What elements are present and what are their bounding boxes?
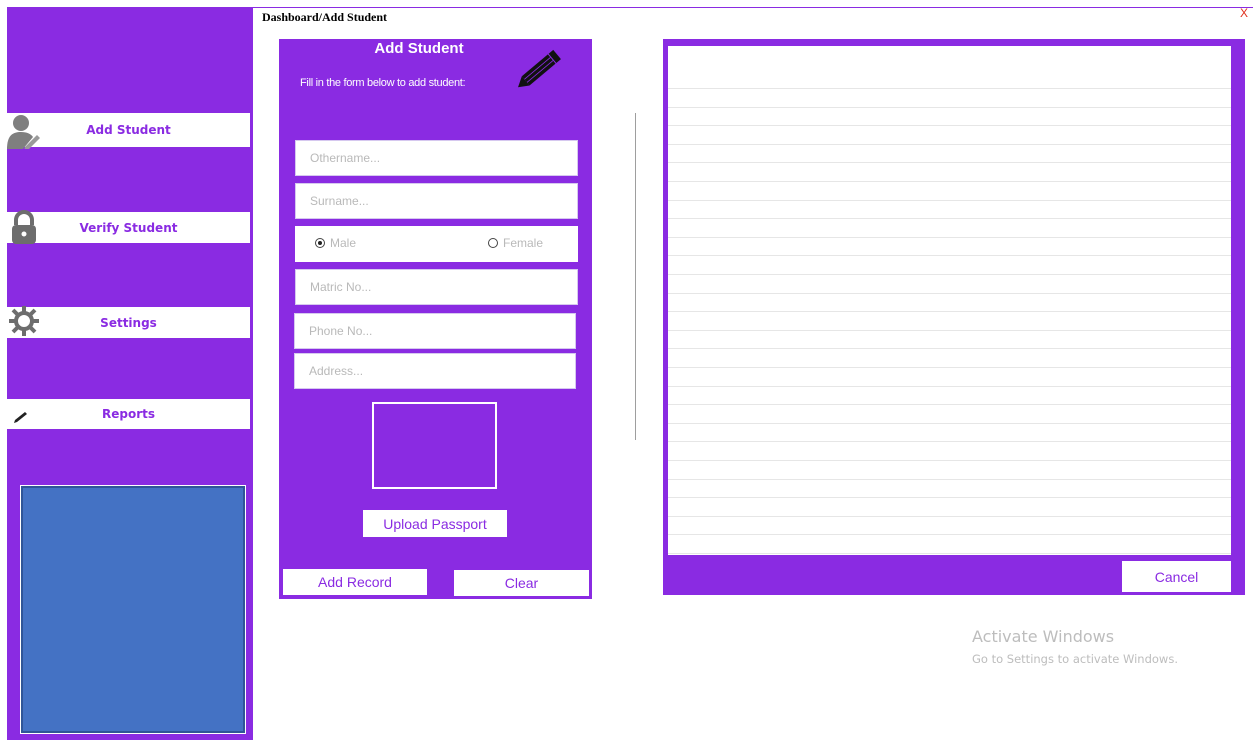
form-subtitle: Fill in the form below to add student: — [300, 77, 466, 89]
activation-watermark-title: Activate Windows — [972, 627, 1115, 646]
gender-female-label: Female — [503, 236, 544, 250]
table-row-line — [668, 293, 1231, 294]
table-row-line — [668, 497, 1231, 498]
pencil-icon — [518, 49, 561, 88]
page-title: Dashboard/Add Student — [262, 10, 388, 24]
table-row-line — [668, 348, 1231, 349]
table-row-line — [668, 386, 1231, 387]
lock-icon — [12, 210, 36, 244]
sidebar-item-label: Add Student — [86, 123, 171, 137]
matric-no-input[interactable]: Matric No... — [295, 269, 578, 305]
close-button[interactable]: X — [1240, 6, 1248, 20]
radio-selected-icon — [315, 238, 325, 248]
clear-button[interactable]: Clear — [454, 570, 589, 596]
records-table[interactable] — [668, 46, 1231, 555]
sidebar-image-panel — [20, 485, 246, 734]
sidebar-item-add-student[interactable]: Add Student — [7, 113, 250, 149]
table-row-line — [668, 181, 1231, 182]
surname-input[interactable]: Surname... — [295, 183, 578, 219]
add-student-form: Add Student Fill in the form below to ad… — [279, 39, 592, 599]
table-row-line — [668, 237, 1231, 238]
activation-watermark-subtitle: Go to Settings to activate Windows. — [972, 652, 1178, 666]
radio-unselected-icon — [488, 238, 498, 248]
table-row-line — [668, 311, 1231, 312]
vertical-divider — [635, 113, 636, 440]
sidebar-image-fill — [21, 486, 245, 733]
table-row-line — [668, 516, 1231, 517]
table-row-line — [668, 404, 1231, 405]
table-row-line — [668, 460, 1231, 461]
table-row-line — [668, 255, 1231, 256]
sidebar-item-label: Reports — [101, 407, 155, 421]
user-edit-icon — [7, 115, 40, 149]
gender-male-label: Male — [330, 236, 357, 250]
cancel-button[interactable]: Cancel — [1122, 561, 1231, 592]
sidebar: Add Student Verify Student Settings Repo… — [7, 7, 253, 740]
table-row-line — [668, 274, 1231, 275]
othername-input[interactable]: Othername... — [295, 140, 578, 176]
table-row-line — [668, 479, 1231, 480]
upload-passport-button[interactable]: Upload Passport — [363, 510, 507, 537]
sidebar-item-verify-student[interactable]: Verify Student — [7, 210, 250, 244]
table-row-line — [668, 367, 1231, 368]
sidebar-item-label: Verify Student — [79, 220, 178, 235]
gender-radio-group: Male Female — [295, 226, 578, 262]
sidebar-item-label: Settings — [100, 315, 157, 330]
table-row-line — [668, 162, 1231, 163]
table-row-line — [668, 441, 1231, 442]
sidebar-item-reports[interactable]: Reports — [7, 399, 250, 429]
table-row-line — [668, 125, 1231, 126]
records-panel: Cancel — [663, 39, 1245, 595]
table-row-line — [668, 200, 1231, 201]
table-row-line — [668, 423, 1231, 424]
address-input[interactable]: Address... — [294, 353, 576, 389]
table-row-line — [668, 534, 1231, 535]
table-row-line — [668, 218, 1231, 219]
gender-male-radio[interactable]: Male — [315, 236, 356, 250]
table-row-line — [668, 553, 1231, 554]
passport-photo-frame — [372, 402, 497, 489]
title-bar-line — [253, 7, 1253, 8]
sidebar-item-settings[interactable]: Settings — [7, 306, 250, 338]
phone-no-input[interactable]: Phone No... — [294, 313, 576, 349]
pen-icon — [14, 412, 27, 423]
table-row-line — [668, 144, 1231, 145]
add-record-button[interactable]: Add Record — [283, 569, 427, 595]
gender-female-radio[interactable]: Female — [488, 236, 543, 250]
gear-icon — [9, 306, 39, 336]
table-row-line — [668, 107, 1231, 108]
table-row-line — [668, 330, 1231, 331]
table-row-line — [668, 88, 1231, 89]
